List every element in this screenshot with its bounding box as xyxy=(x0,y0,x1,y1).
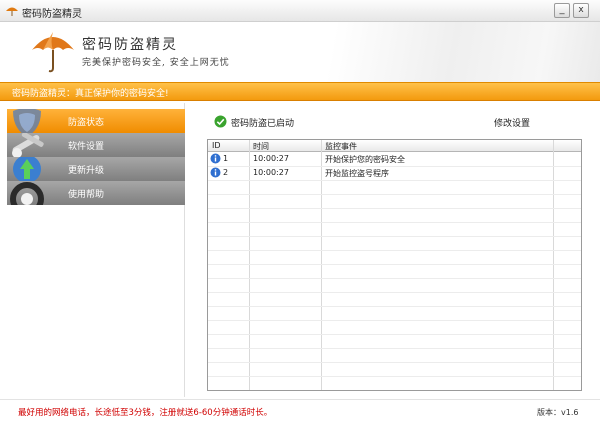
tools-icon xyxy=(12,133,44,157)
umbrella-app-icon xyxy=(6,7,18,16)
cell-event: 开始保护您的密码安全 xyxy=(325,155,405,164)
brand-title: 密码防盗精灵 xyxy=(82,37,178,53)
sidebar-item-protection-status[interactable]: 防盗状态 xyxy=(7,109,185,133)
column-header-id[interactable]: ID xyxy=(212,141,221,150)
cell-time: 10:00:27 xyxy=(253,168,289,177)
table-row[interactable]: 1 10:00:27 开始保护您的密码安全 xyxy=(208,153,581,166)
slogan-text: 密码防盗精灵：真正保护你的密码安全! xyxy=(12,89,169,99)
footer-divider xyxy=(0,399,600,400)
info-icon xyxy=(210,167,221,178)
check-icon xyxy=(214,115,227,128)
umbrella-icon xyxy=(32,32,74,73)
shield-icon xyxy=(13,109,41,133)
cell-time: 10:00:27 xyxy=(253,154,289,163)
slogan-banner: 密码防盗精灵：真正保护你的密码安全! xyxy=(0,82,600,101)
promo-note[interactable]: 最好用的网络电话，长途低至3分钱，注册就送6-60分钟通话时长。 xyxy=(18,406,272,418)
table-header: ID 时间 监控事件 xyxy=(208,140,581,152)
help-lifebuoy-icon xyxy=(10,182,44,205)
close-button[interactable]: x xyxy=(573,3,589,18)
sidebar-item-label: 更新升级 xyxy=(68,166,105,176)
table-row[interactable]: 2 10:00:27 开始监控盗号程序 xyxy=(208,167,581,180)
sidebar: 防盗状态 软件设置 更新升级 使用帮助 xyxy=(7,103,185,397)
cell-id: 2 xyxy=(223,168,229,177)
window-title: 密码防盗精灵 xyxy=(22,9,82,20)
brand-subtitle: 完美保护密码安全, 安全上网无忧 xyxy=(82,58,230,68)
app-header: 密码防盗精灵 完美保护密码安全, 安全上网无忧 xyxy=(0,22,600,82)
sidebar-item-label: 防盗状态 xyxy=(68,118,105,128)
sidebar-item-help[interactable]: 使用帮助 xyxy=(7,181,185,205)
sidebar-item-label: 软件设置 xyxy=(68,142,105,152)
version-label: 版本：v1.6 xyxy=(537,408,579,417)
column-header-time[interactable]: 时间 xyxy=(253,141,269,152)
status-text: 密码防盗已启动 xyxy=(231,119,295,129)
sidebar-item-update[interactable]: 更新升级 xyxy=(7,157,185,181)
info-icon xyxy=(210,153,221,164)
sidebar-item-label: 使用帮助 xyxy=(68,190,105,200)
sidebar-item-settings[interactable]: 软件设置 xyxy=(7,133,185,157)
modify-settings-link[interactable]: 修改设置 xyxy=(494,116,530,129)
event-log-table[interactable]: ID 时间 监控事件 1 10:00:27 开始保护您的密码安全 2 10:00… xyxy=(207,139,582,391)
title-bar: 密码防盗精灵 _ x xyxy=(0,0,600,22)
column-header-event[interactable]: 监控事件 xyxy=(325,141,357,152)
cell-event: 开始监控盗号程序 xyxy=(325,169,389,178)
minimize-button[interactable]: _ xyxy=(554,3,570,18)
cell-id: 1 xyxy=(223,154,229,163)
update-arrow-icon xyxy=(13,157,41,181)
